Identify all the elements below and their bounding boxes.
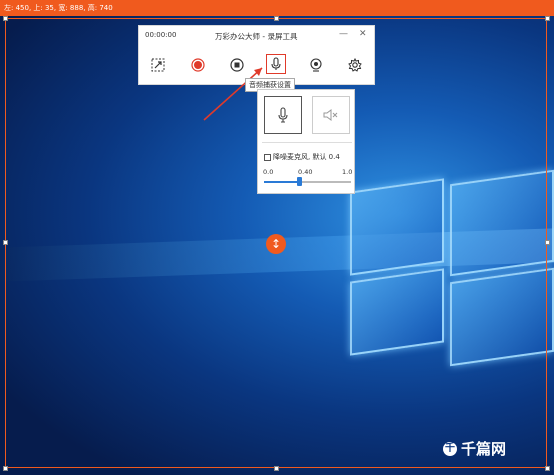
noise-reduction-checkbox[interactable] — [264, 153, 271, 161]
move-handle-icon[interactable]: ↕ — [266, 234, 286, 254]
slider-max-label: 1.0 — [342, 168, 353, 176]
resize-handle-ml[interactable] — [3, 240, 8, 245]
microphone-icon — [278, 107, 288, 123]
slider-fill — [264, 181, 299, 183]
divider — [262, 142, 352, 143]
minimize-button[interactable]: — — [339, 29, 348, 39]
watermark-logo-icon: 千 — [443, 441, 457, 456]
settings-gear-icon[interactable] — [343, 53, 367, 77]
volume-slider[interactable] — [264, 177, 351, 186]
audio-capture-panel: 降噪麦克风, 默认 0.4 0.0 0.40 1.0 — [257, 89, 355, 194]
resize-handle-tc[interactable] — [274, 16, 279, 21]
resize-handle-br[interactable] — [545, 466, 550, 471]
noise-reduction-label: 降噪麦克风, 默认 0.4 — [273, 153, 340, 161]
watermark: 千 千篇网 — [443, 438, 506, 459]
selection-info: 左: 450, 上: 35, 宽: 888, 高: 740 — [4, 4, 113, 12]
selection-info-bar: 左: 450, 上: 35, 宽: 888, 高: 740 — [0, 0, 554, 16]
recorder-title: 万彩办公大师 - 录屏工具 — [215, 32, 298, 41]
slider-thumb[interactable] — [296, 177, 302, 186]
watermark-text: 千篇网 — [461, 440, 507, 458]
resize-handle-bc[interactable] — [274, 466, 279, 471]
slider-min-label: 0.0 — [263, 168, 274, 176]
resize-handle-tl[interactable] — [3, 16, 8, 21]
region-select-icon[interactable] — [146, 53, 170, 77]
resize-handle-tr[interactable] — [545, 16, 550, 21]
speaker-mute-button[interactable] — [312, 96, 350, 134]
speaker-muted-icon — [323, 109, 338, 121]
noise-reduction-row[interactable]: 降噪麦克风, 默认 0.4 — [264, 152, 340, 162]
resize-handle-bl[interactable] — [3, 466, 8, 471]
record-timer: 00:00:00 — [145, 31, 177, 39]
slider-value-label: 0.40 — [298, 168, 313, 176]
close-button[interactable]: ✕ — [359, 29, 367, 39]
resize-handle-mr[interactable] — [545, 240, 550, 245]
microphone-on-button[interactable] — [264, 96, 302, 134]
webcam-icon[interactable] — [304, 53, 328, 77]
